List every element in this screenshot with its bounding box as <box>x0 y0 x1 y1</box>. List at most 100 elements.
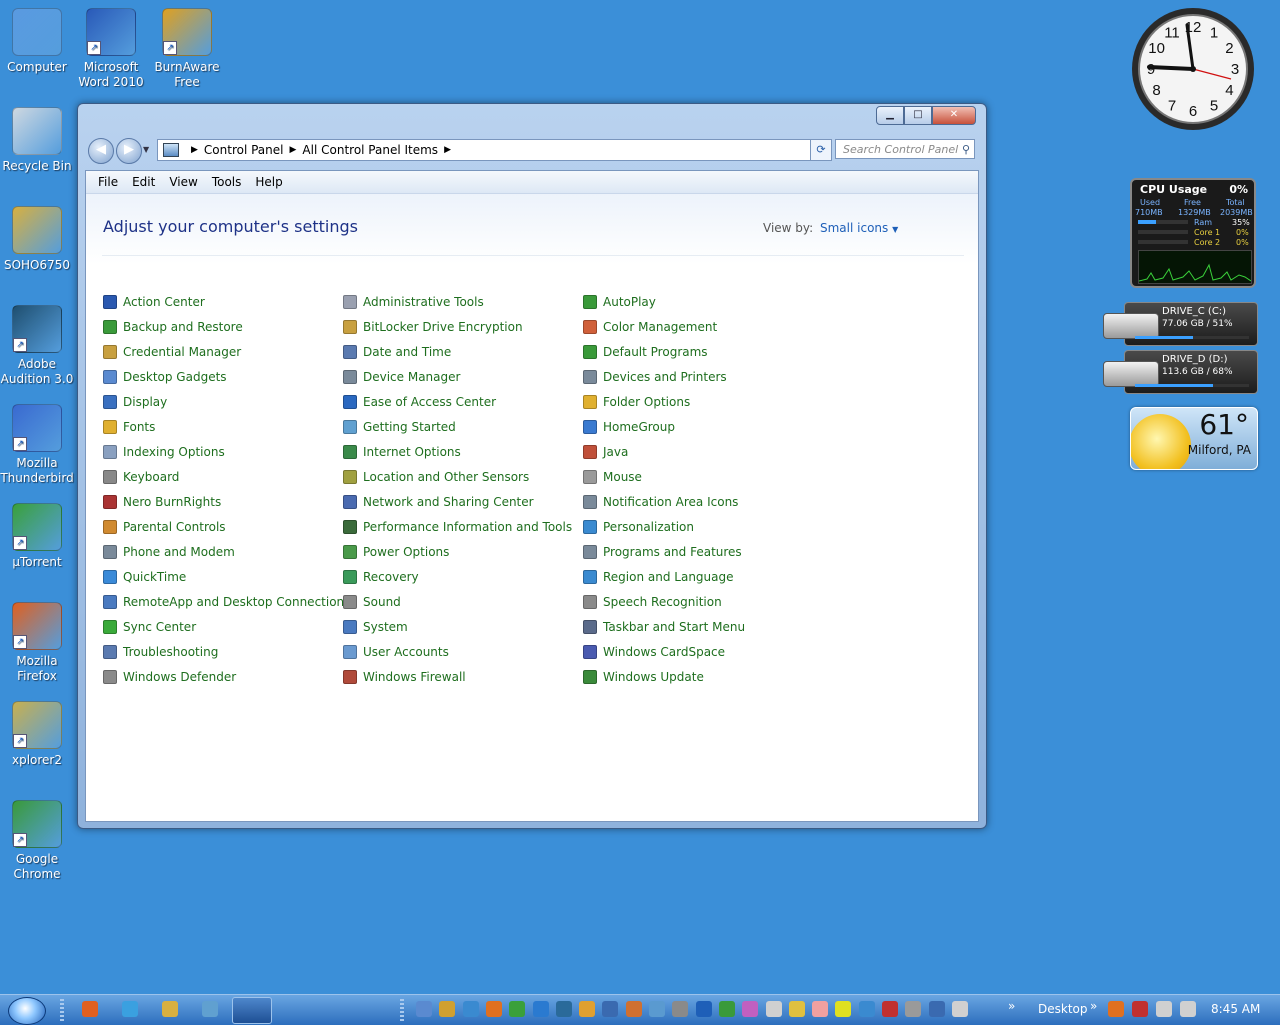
cpu-usage-gadget[interactable]: CPU Usage 0% Used Free Total 710MB 1329M… <box>1130 178 1256 288</box>
toolbar-app-icon[interactable] <box>486 1001 502 1017</box>
control-panel-item[interactable]: Phone and Modem <box>103 539 350 564</box>
clock-gadget[interactable]: 12 1234567891011 <box>1131 7 1255 131</box>
control-panel-item[interactable]: Personalization <box>583 514 745 539</box>
toolbar-app-icon[interactable] <box>416 1001 432 1017</box>
desktop-icon[interactable]: ↗ Microsoft Word 2010 <box>74 8 148 90</box>
desktop-toolbar-label[interactable]: Desktop <box>1038 1002 1088 1016</box>
control-panel-item[interactable]: Notification Area Icons <box>583 489 745 514</box>
control-panel-item[interactable]: Sync Center <box>103 614 350 639</box>
back-button[interactable]: ◀ <box>88 138 114 164</box>
close-button[interactable]: ✕ <box>932 106 976 125</box>
control-panel-item[interactable]: Programs and Features <box>583 539 745 564</box>
search-icon[interactable]: ⚲ <box>962 140 970 160</box>
control-panel-item[interactable]: Nero BurnRights <box>103 489 350 514</box>
toolbar-chevron-icon[interactable]: » <box>1090 999 1097 1013</box>
toolbar-chevron-icon[interactable]: » <box>1008 999 1015 1013</box>
control-panel-item[interactable]: Credential Manager <box>103 339 350 364</box>
breadcrumb-separator-icon[interactable]: ▶ <box>191 145 198 155</box>
control-panel-item[interactable]: Default Programs <box>583 339 745 364</box>
toolbar-app-icon[interactable] <box>649 1001 665 1017</box>
refresh-button[interactable]: ⟳ <box>810 139 832 161</box>
menu-tools[interactable]: Tools <box>212 175 242 189</box>
drive-c-gadget[interactable]: DRIVE_C (C:) 77.06 GB / 51% <box>1103 302 1258 346</box>
control-panel-item[interactable]: Folder Options <box>583 389 745 414</box>
desktop-icon[interactable]: ↗ xplorer2 <box>0 701 74 768</box>
control-panel-item[interactable]: Fonts <box>103 414 350 439</box>
control-panel-item[interactable]: Getting Started <box>343 414 572 439</box>
toolbar-app-icon[interactable] <box>719 1001 735 1017</box>
desktop-icon[interactable]: ↗ Mozilla Firefox <box>0 602 74 684</box>
breadcrumb-all-items[interactable]: All Control Panel Items <box>302 143 438 157</box>
toolbar-app-icon[interactable] <box>509 1001 525 1017</box>
minimize-button[interactable]: ▁ <box>876 106 904 125</box>
control-panel-item[interactable]: Windows Update <box>583 664 745 689</box>
start-button[interactable] <box>8 997 46 1025</box>
desktop-icon[interactable]: ↗ Mozilla Thunderbird <box>0 404 74 486</box>
control-panel-item[interactable]: Indexing Options <box>103 439 350 464</box>
toolbar-app-icon[interactable] <box>533 1001 549 1017</box>
address-bar[interactable]: ▶ Control Panel ▶ All Control Panel Item… <box>157 139 829 161</box>
toolbar-app-icon[interactable] <box>672 1001 688 1017</box>
toolbar-app-icon[interactable] <box>952 1001 968 1017</box>
toolbar-app-icon[interactable] <box>439 1001 455 1017</box>
control-panel-item[interactable]: Windows Firewall <box>343 664 572 689</box>
control-panel-item[interactable]: Device Manager <box>343 364 572 389</box>
quick-launch-icon[interactable] <box>122 1001 138 1017</box>
control-panel-item[interactable]: Troubleshooting <box>103 639 350 664</box>
toolbar-app-icon[interactable] <box>602 1001 618 1017</box>
desktop-icon[interactable]: Computer <box>0 8 74 75</box>
control-panel-item[interactable]: BitLocker Drive Encryption <box>343 314 572 339</box>
menu-help[interactable]: Help <box>255 175 282 189</box>
desktop-icon[interactable]: ↗ Adobe Audition 3.0 <box>0 305 74 387</box>
control-panel-item[interactable]: Windows Defender <box>103 664 350 689</box>
control-panel-item[interactable]: Taskbar and Start Menu <box>583 614 745 639</box>
quick-launch-icon[interactable] <box>202 1001 218 1017</box>
taskbar-grip[interactable] <box>400 999 404 1021</box>
desktop-icon[interactable]: ↗ BurnAware Free <box>150 8 224 90</box>
menu-file[interactable]: File <box>98 175 118 189</box>
control-panel-item[interactable]: Mouse <box>583 464 745 489</box>
toolbar-app-icon[interactable] <box>766 1001 782 1017</box>
control-panel-item[interactable]: Java <box>583 439 745 464</box>
toolbar-app-icon[interactable] <box>463 1001 479 1017</box>
recent-pages-chevron-icon[interactable]: ▼ <box>143 145 149 154</box>
desktop-icon[interactable]: Recycle Bin <box>0 107 74 174</box>
system-tray-icon[interactable] <box>1156 1001 1172 1017</box>
search-input[interactable]: Search Control Panel ⚲ <box>835 139 975 159</box>
control-panel-item[interactable]: User Accounts <box>343 639 572 664</box>
toolbar-app-icon[interactable] <box>626 1001 642 1017</box>
toolbar-app-icon[interactable] <box>696 1001 712 1017</box>
control-panel-item[interactable]: Parental Controls <box>103 514 350 539</box>
control-panel-item[interactable]: Windows CardSpace <box>583 639 745 664</box>
weather-gadget[interactable]: 61° Milford, PA <box>1130 407 1258 470</box>
desktop-icon[interactable]: ↗ Google Chrome <box>0 800 74 882</box>
view-by-dropdown[interactable]: Small icons ▼ <box>820 221 898 235</box>
control-panel-item[interactable]: Performance Information and Tools <box>343 514 572 539</box>
control-panel-item[interactable]: Backup and Restore <box>103 314 350 339</box>
taskbar-grip[interactable] <box>60 999 64 1021</box>
system-tray-icon[interactable] <box>1132 1001 1148 1017</box>
quick-launch-icon[interactable] <box>162 1001 178 1017</box>
control-panel-item[interactable]: Power Options <box>343 539 572 564</box>
toolbar-app-icon[interactable] <box>929 1001 945 1017</box>
quick-launch-icon[interactable] <box>82 1001 98 1017</box>
forward-button[interactable]: ▶ <box>116 138 142 164</box>
toolbar-app-icon[interactable] <box>905 1001 921 1017</box>
control-panel-item[interactable]: Devices and Printers <box>583 364 745 389</box>
toolbar-app-icon[interactable] <box>882 1001 898 1017</box>
control-panel-item[interactable]: AutoPlay <box>583 289 745 314</box>
control-panel-item[interactable]: HomeGroup <box>583 414 745 439</box>
maximize-button[interactable]: □ <box>904 106 932 125</box>
toolbar-app-icon[interactable] <box>812 1001 828 1017</box>
control-panel-item[interactable]: Administrative Tools <box>343 289 572 314</box>
control-panel-item[interactable]: Desktop Gadgets <box>103 364 350 389</box>
control-panel-item[interactable]: RemoteApp and Desktop Connections <box>103 589 350 614</box>
control-panel-item[interactable]: Ease of Access Center <box>343 389 572 414</box>
control-panel-item[interactable]: Speech Recognition <box>583 589 745 614</box>
desktop-icon[interactable]: ↗ µTorrent <box>0 503 74 570</box>
control-panel-item[interactable]: System <box>343 614 572 639</box>
toolbar-app-icon[interactable] <box>859 1001 875 1017</box>
control-panel-item[interactable]: Sound <box>343 589 572 614</box>
control-panel-item[interactable]: Location and Other Sensors <box>343 464 572 489</box>
control-panel-item[interactable]: Display <box>103 389 350 414</box>
